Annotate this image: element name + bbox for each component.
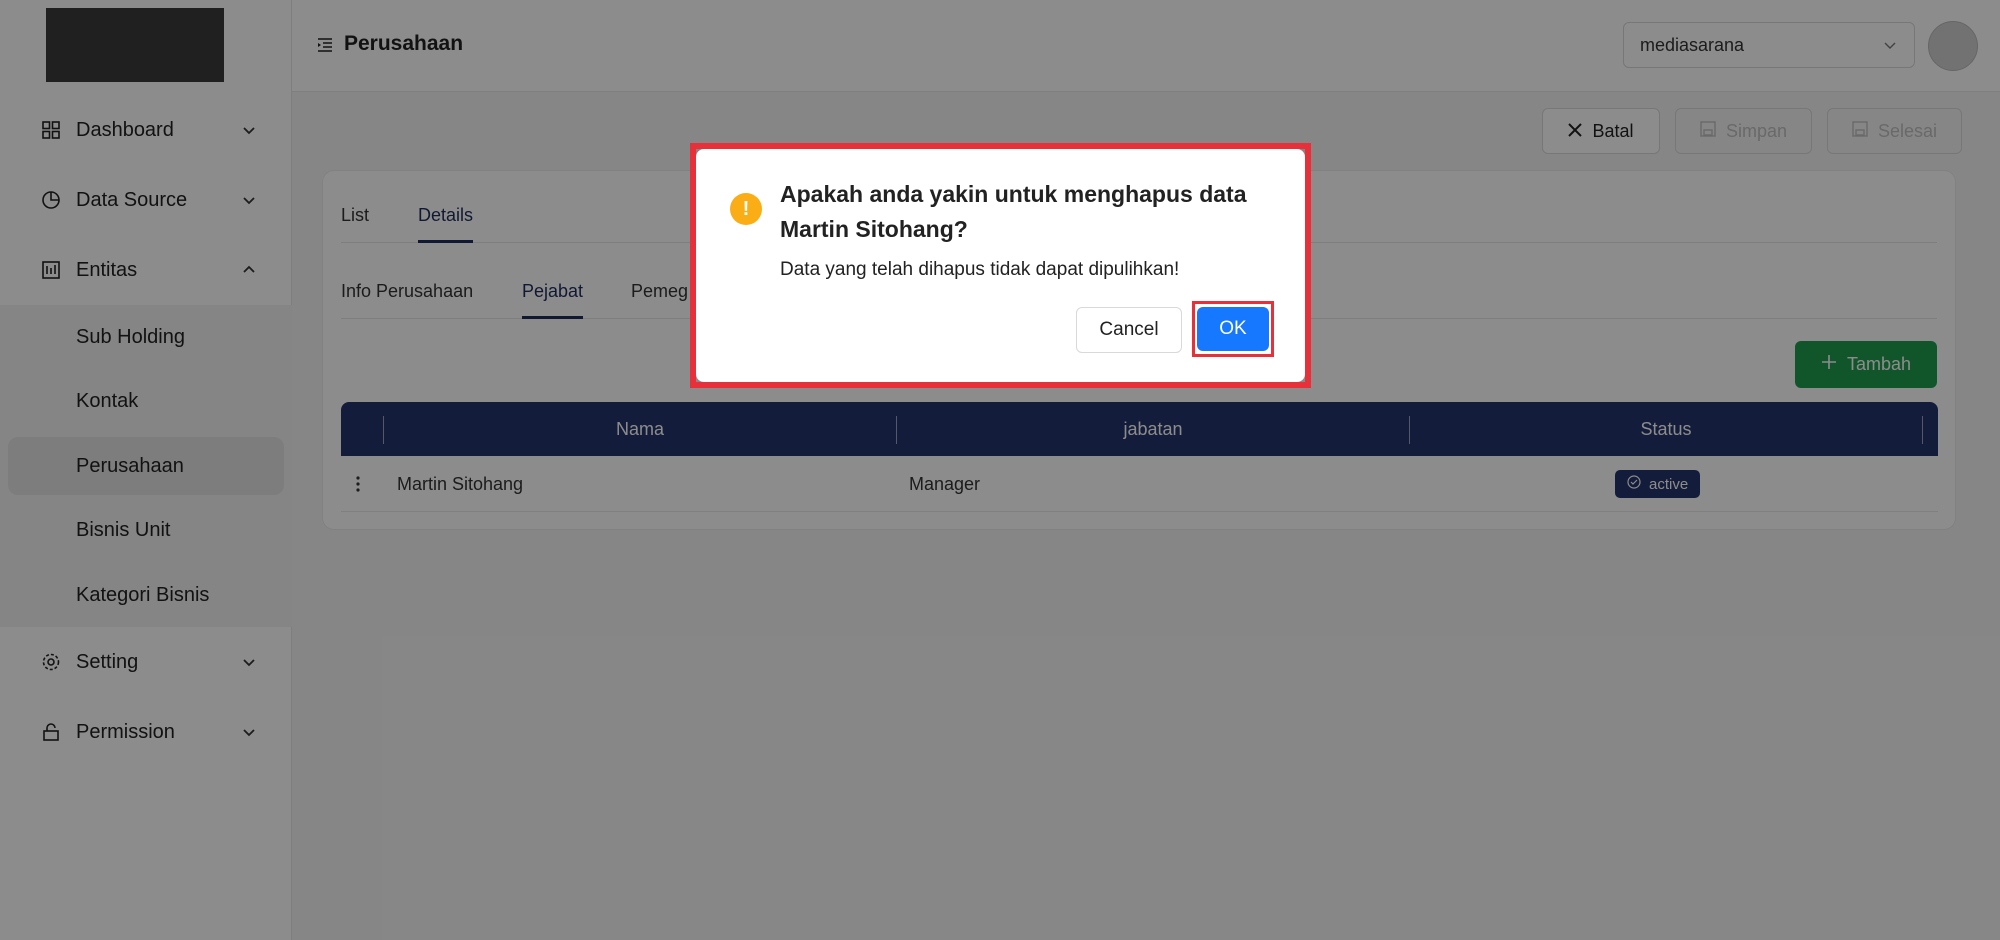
- modal-overlay: [0, 0, 2000, 940]
- warning-icon: !: [730, 193, 762, 225]
- cancel-button[interactable]: Cancel: [1076, 307, 1182, 353]
- ok-button-highlight: OK: [1192, 301, 1274, 357]
- ok-button[interactable]: OK: [1197, 307, 1269, 351]
- confirm-delete-modal: ! Apakah anda yakin untuk menghapus data…: [696, 149, 1305, 382]
- modal-message: Data yang telah dihapus tidak dapat dipu…: [780, 259, 1180, 280]
- modal-title: Apakah anda yakin untuk menghapus data M…: [780, 181, 1247, 242]
